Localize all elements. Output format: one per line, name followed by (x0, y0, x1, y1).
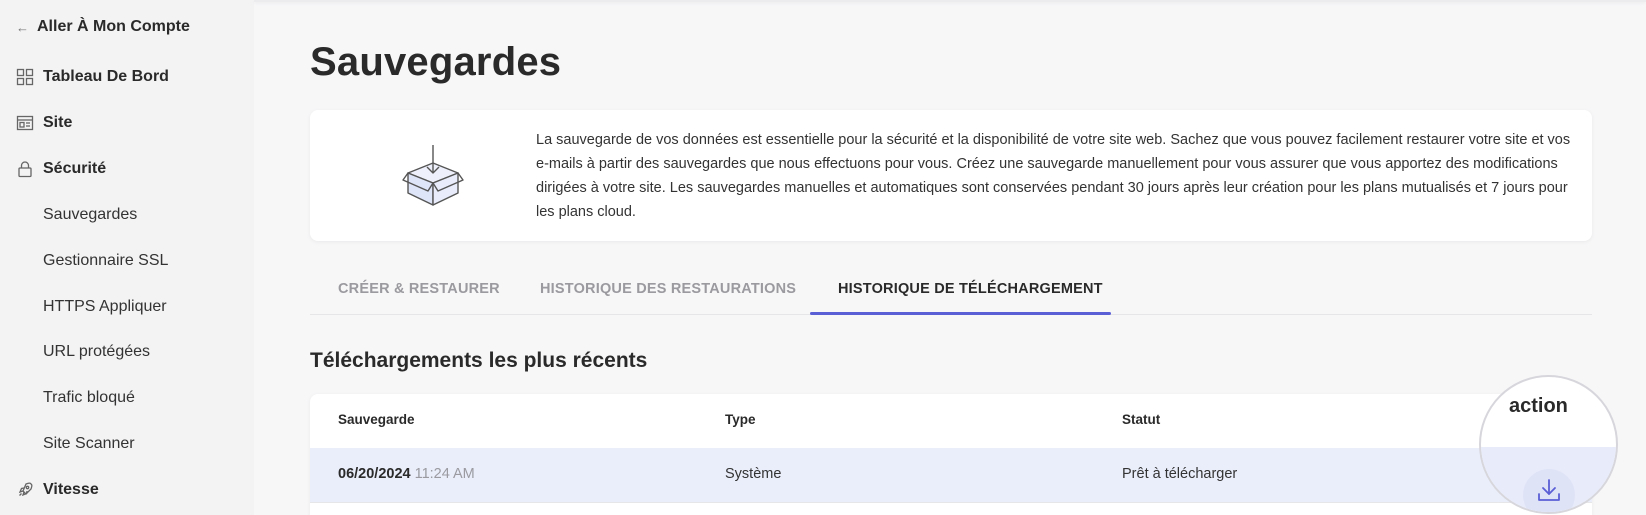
backup-tabs: CRÉER & RESTAURER HISTORIQUE DES RESTAUR… (310, 262, 1592, 315)
column-header-type: Type (725, 412, 756, 427)
backup-type: Système (725, 466, 782, 482)
sidebar-subitem-protected-urls[interactable]: URL protégées (43, 341, 150, 363)
sidebar-item-label: Tableau De Bord (43, 68, 169, 85)
sidebar-subitem-ssl-manager[interactable]: Gestionnaire SSL (43, 250, 168, 272)
download-icon (1538, 479, 1560, 501)
site-icon (16, 114, 34, 132)
tab-download-history[interactable]: HISTORIQUE DE TÉLÉCHARGEMENT (838, 262, 1103, 315)
backup-info-card: La sauvegarde de vos données est essenti… (310, 110, 1592, 241)
sidebar-item-speed[interactable]: Vitesse (16, 478, 99, 502)
sidebar-subitem-backups[interactable]: Sauvegardes (43, 204, 137, 226)
column-header-backup: Sauvegarde (338, 412, 415, 427)
back-link-label: Aller À Mon Compte (37, 18, 190, 35)
arrow-left-icon: ← (16, 19, 29, 35)
page-title: Sauvegardes (310, 40, 562, 84)
backup-box-icon (402, 143, 464, 207)
column-header-status: Statut (1122, 412, 1161, 427)
sidebar-item-label: Sécurité (43, 160, 107, 177)
sidebar-item-security[interactable]: Sécurité (16, 157, 106, 181)
sidebar: ← Aller À Mon Compte Tableau De Bord Sit… (0, 0, 254, 515)
backup-datetime: 06/20/2024 11:24 AM (338, 466, 475, 482)
action-column-magnifier: action (1479, 375, 1618, 514)
backup-status: Prêt à télécharger (1122, 466, 1238, 482)
tab-restore-history[interactable]: HISTORIQUE DES RESTAURATIONS (540, 262, 796, 315)
lock-icon (16, 160, 34, 178)
header-divider (254, 0, 1646, 2)
sidebar-item-site[interactable]: Site (16, 111, 72, 135)
sidebar-item-label: Vitesse (43, 481, 99, 498)
sidebar-subitem-https-enforce[interactable]: HTTPS Appliquer (43, 296, 167, 318)
backup-date: 06/20/2024 (338, 466, 411, 482)
section-title: Téléchargements les plus récents (310, 349, 648, 372)
column-header-action: action (1509, 395, 1568, 417)
downloads-table: Sauvegarde Type Statut 06/20/2024 11:24 A… (310, 394, 1592, 515)
download-button[interactable] (1523, 469, 1575, 512)
tab-create-restore[interactable]: CRÉER & RESTAURER (338, 262, 500, 315)
sidebar-subitem-site-scanner[interactable]: Site Scanner (43, 433, 135, 455)
row-divider (310, 502, 1592, 503)
back-to-account-link[interactable]: ← Aller À Mon Compte (16, 16, 190, 38)
active-tab-indicator (810, 312, 1111, 315)
grid-icon (16, 68, 34, 86)
backup-time: 11:24 AM (414, 466, 475, 482)
rocket-icon (16, 481, 34, 499)
sidebar-item-label: Site (43, 114, 73, 131)
sidebar-subitem-blocked-traffic[interactable]: Trafic bloqué (43, 387, 135, 409)
sidebar-item-dashboard[interactable]: Tableau De Bord (16, 65, 169, 89)
backup-description: La sauvegarde de vos données est essenti… (536, 132, 1571, 220)
table-row: 06/20/2024 11:24 AM Système Prêt à téléch… (310, 448, 1592, 502)
